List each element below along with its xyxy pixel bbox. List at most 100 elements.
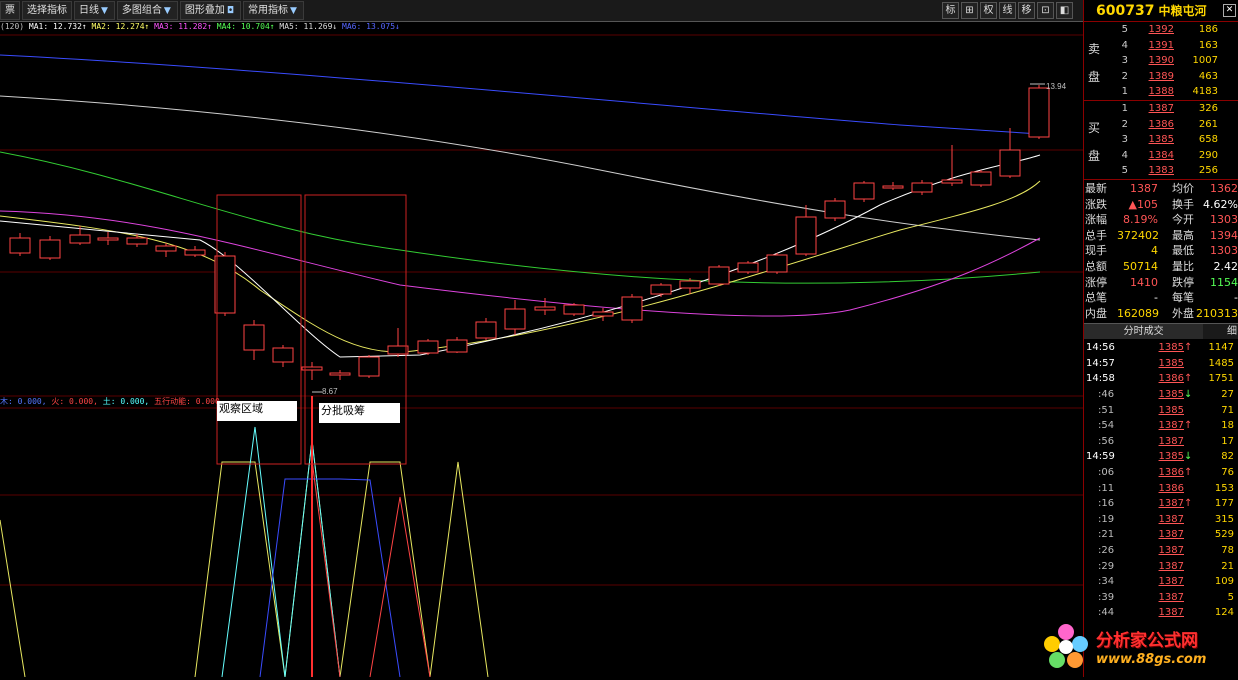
sell-order-row[interactable]: 5 1392 186 [1084, 22, 1238, 38]
candle-body [941, 179, 963, 184]
common-indicator-label: 常用指标 [247, 5, 288, 16]
trade-row[interactable]: :16 1387 ↑ 177 [1084, 496, 1238, 512]
rights-button[interactable]: 权 [980, 2, 997, 19]
candle-body [417, 340, 439, 354]
tab-tick-trades[interactable]: 分时成交 [1084, 324, 1204, 340]
trade-row[interactable]: :21 1387 529 [1084, 527, 1238, 543]
stat-value: 1303 [1210, 213, 1238, 227]
candle-body [504, 308, 526, 330]
kline-chart[interactable]: 13.94 8.67 [0, 33, 1083, 677]
trade-row[interactable]: :26 1387 78 [1084, 543, 1238, 559]
buy-order-row[interactable]: 3 1385 658 [1084, 132, 1238, 148]
trade-time: :19 [1098, 513, 1115, 525]
trade-volume: 27 [1221, 389, 1234, 401]
sell-order-row[interactable]: 1 1388 4183 [1084, 84, 1238, 100]
trade-volume: 82 [1221, 451, 1234, 463]
candle-body [387, 345, 409, 355]
earth-value: 土: 0.000, [102, 397, 150, 406]
earth-line [0, 439, 489, 677]
sell-order-row[interactable]: 4 1391 163 [1084, 38, 1238, 54]
indicator-legend: 木: 0.000, 火: 0.000, 土: 0.000, 五行动能: 0.00… [0, 396, 220, 408]
sell-order-row[interactable]: 2 1389 463 [1084, 69, 1238, 85]
move-button[interactable]: 移 [1018, 2, 1035, 19]
toolbar-stock-button[interactable]: 票 [0, 1, 20, 20]
trade-volume: 71 [1221, 404, 1234, 416]
close-icon[interactable]: ✕ [1223, 4, 1236, 17]
trade-row[interactable]: :56 1387 17 [1084, 434, 1238, 450]
ma1-value: MA1: 12.732↑ [28, 22, 87, 31]
stat-value: - [1154, 291, 1158, 305]
trade-row[interactable]: :06 1386 ↑ 76 [1084, 465, 1238, 481]
tab-detail[interactable]: 细 [1203, 324, 1238, 339]
trade-time: :56 [1098, 435, 1115, 447]
stat-row: 总手 372402 最高 1394 [1084, 228, 1238, 244]
trade-direction-icon [1184, 356, 1194, 372]
buy-order-row[interactable]: 5 1383 256 [1084, 163, 1238, 179]
trade-row[interactable]: :46 1385 ↓ 27 [1084, 387, 1238, 403]
ma-period: (120) [0, 22, 25, 31]
buy-order-row[interactable]: 2 1386 261 [1084, 117, 1238, 133]
buy-order-row[interactable]: 1 1387 326 [1084, 101, 1238, 117]
order-price: 1389 [1148, 70, 1174, 82]
sell-order-row[interactable]: 3 1390 1007 [1084, 53, 1238, 69]
line-button[interactable]: 线 [999, 2, 1016, 19]
watermark: 分析家公式网 www.88gs.com [1036, 618, 1238, 677]
order-volume: 261 [1198, 118, 1218, 130]
stat-row: 现手 4 最低 1303 [1084, 243, 1238, 259]
observe-area-label: 观察区域 [217, 401, 297, 421]
stat-value: 4.62% [1203, 197, 1238, 211]
quote-stats: 最新 1387 均价 1362 涨跌 ▲105 换手 4.62% 涨幅 8.19% 今开 1303 总手… [1084, 178, 1238, 322]
multi-chart-button[interactable]: 多图组合 ▼ [116, 1, 178, 20]
stat-label: 总额 [1085, 259, 1107, 273]
order-price: 1386 [1148, 118, 1174, 130]
grid-button[interactable]: ⊞ [961, 2, 978, 19]
mark-button[interactable]: 标 [942, 2, 959, 19]
order-price: 1385 [1148, 134, 1174, 146]
candle-body [882, 185, 904, 189]
trade-row[interactable]: 14:59 1385 ↓ 82 [1084, 449, 1238, 465]
ma-line [0, 151, 1041, 284]
common-indicator-button[interactable]: 常用指标 ▼ [242, 1, 304, 20]
stat-value: 1387 [1130, 181, 1158, 195]
trade-row[interactable]: 14:57 1385 1485 [1084, 356, 1238, 372]
trade-row[interactable]: :19 1387 315 [1084, 512, 1238, 528]
buy-order-row[interactable]: 4 1384 290 [1084, 148, 1238, 164]
trade-price: 1387 [1158, 498, 1184, 510]
trade-row[interactable]: :39 1387 5 [1084, 590, 1238, 606]
period-button[interactable]: 日线 ▼ [74, 1, 115, 20]
trade-row[interactable]: :51 1385 71 [1084, 403, 1238, 419]
stat-value: ▲105 [1128, 197, 1158, 211]
trade-time: :34 [1098, 576, 1115, 588]
candle-body [970, 171, 992, 186]
trade-row[interactable]: 14:56 1385 ↑ 1147 [1084, 340, 1238, 356]
trade-row[interactable]: :29 1387 21 [1084, 559, 1238, 575]
trade-price: 1387 [1158, 591, 1184, 603]
trade-row[interactable]: :54 1387 ↑ 18 [1084, 418, 1238, 434]
trade-direction-icon [1184, 527, 1194, 543]
window-button[interactable]: ⊡ [1037, 2, 1054, 19]
trade-volume: 153 [1214, 482, 1234, 494]
candle-body [1028, 87, 1050, 138]
trade-row[interactable]: 14:58 1386 ↑ 1751 [1084, 371, 1238, 387]
quote-panel: 600737 中粮屯河 ✕ 卖 盘 5 1392 186 4 1391 163 3 1390 1… [1083, 0, 1238, 677]
order-volume: 4183 [1192, 86, 1218, 98]
trade-price: 1385 [1158, 451, 1184, 463]
panel-toggle-button[interactable]: ◧ [1056, 2, 1073, 19]
ma2-value: MA2: 12.274↑ [91, 22, 150, 31]
buy-label-2: 盘 [1088, 148, 1101, 163]
ma5-value: MA5: 11.269↓ [279, 22, 338, 31]
trade-row[interactable]: :11 1386 153 [1084, 481, 1238, 497]
trade-row[interactable]: :34 1387 109 [1084, 574, 1238, 590]
candle-body [97, 237, 119, 241]
tick-trade-list[interactable]: 14:56 1385 ↑ 1147 14:57 1385 1485 14:58 1386 ↑ 175… [1084, 339, 1238, 621]
stat-row: 内盘 162089 外盘 210313 [1084, 306, 1238, 322]
trade-volume: 529 [1214, 529, 1234, 541]
overlay-button[interactable]: 图形叠加 ◘ [179, 1, 241, 20]
trade-time: 14:57 [1086, 357, 1115, 369]
trade-time: :21 [1098, 529, 1115, 541]
trade-price: 1387 [1158, 420, 1184, 432]
lock-icon: ◘ [226, 6, 234, 16]
trade-direction-icon [1184, 543, 1194, 559]
select-indicator-button[interactable]: 选择指标 [22, 1, 72, 20]
candle-body [358, 356, 380, 377]
